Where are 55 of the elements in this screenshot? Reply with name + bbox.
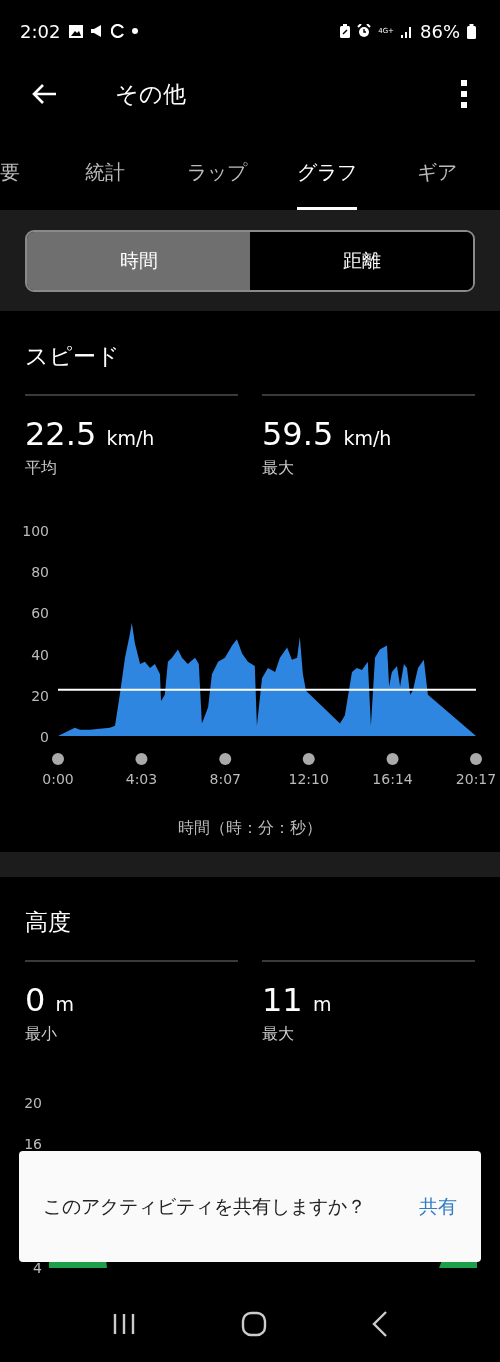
dot-icon <box>132 28 139 34</box>
axis-tick-label: 20 <box>24 1095 42 1111</box>
axis-tick-label: 20 <box>31 687 49 704</box>
stat-label: 最小 <box>25 1024 58 1045</box>
tick-dot <box>386 753 399 765</box>
screen-title: その他 <box>115 79 186 109</box>
axis-tick-label: 8:07 <box>209 771 241 787</box>
battery-saver-icon <box>340 24 351 38</box>
sync-icon <box>111 24 126 38</box>
axis-title: 時間（時：分：秒） <box>177 818 323 839</box>
status-time: 2:02 <box>20 20 61 42</box>
segment-button[interactable]: 距離 <box>250 231 473 290</box>
share-button[interactable]: 共有 <box>419 1193 457 1220</box>
tick-dot <box>470 753 482 765</box>
home-icon[interactable] <box>241 1311 267 1337</box>
tick-dot <box>52 753 64 765</box>
snackbar-message: このアクティビティを共有しますか？ <box>43 1194 367 1219</box>
stat-label: 最大 <box>262 1024 295 1045</box>
tick-dot <box>135 753 148 765</box>
stat-label: 平均 <box>25 458 58 479</box>
stat-value: 0 m <box>25 982 76 1021</box>
axis-tick-label: 20:17 <box>455 771 497 787</box>
axis-tick-label: 0 <box>40 729 49 745</box>
signal-icon <box>401 24 413 38</box>
stat-value: 22.5 km/h <box>25 416 156 455</box>
back-arrow-icon[interactable] <box>31 83 57 105</box>
axis-tick-label: 16:14 <box>372 771 413 787</box>
section-title: スピード <box>25 342 121 371</box>
tab[interactable]: ラップ <box>187 126 247 210</box>
recent-apps-icon[interactable] <box>112 1312 137 1336</box>
axis-tick-label: 4 <box>33 1260 42 1276</box>
axis-tick-label: 0:00 <box>42 771 74 787</box>
axis-tick-label: 40 <box>31 646 49 663</box>
image-icon <box>69 24 84 38</box>
more-options-icon[interactable] <box>460 80 468 108</box>
axis-tick-label: 80 <box>31 564 49 581</box>
segment-button[interactable]: 時間 <box>27 231 250 290</box>
back-icon[interactable] <box>371 1311 388 1337</box>
axis-tick-label: 16 <box>24 1136 42 1152</box>
stat-label: 最大 <box>262 458 295 479</box>
tab[interactable]: 要 <box>0 126 20 210</box>
axis-tick-label: 12:10 <box>288 771 329 787</box>
battery-icon <box>467 23 476 39</box>
tab[interactable]: 統計 <box>85 126 125 210</box>
alarm-icon <box>357 24 372 38</box>
stat-value: 11 m <box>262 982 333 1021</box>
tick-dot <box>219 753 232 765</box>
axis-tick-label: 100 <box>22 523 49 539</box>
tab[interactable]: ギア <box>417 126 457 210</box>
axis-tick-label: 60 <box>31 605 49 622</box>
axis-tick-label: 4:03 <box>125 771 158 787</box>
stat-value: 59.5 km/h <box>262 416 393 455</box>
tick-dot <box>302 753 315 765</box>
section-title: 高度 <box>25 908 72 937</box>
battery-percent: 86% <box>420 20 460 42</box>
